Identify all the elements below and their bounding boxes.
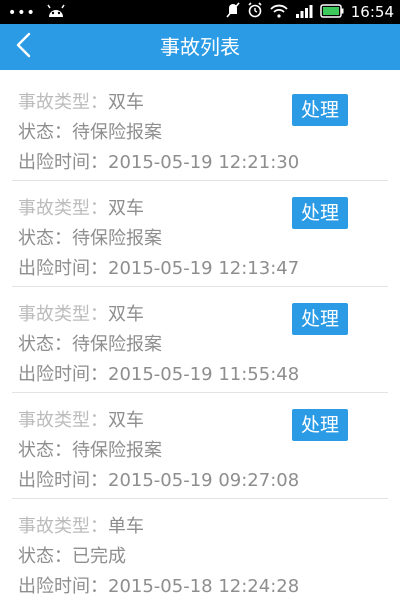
list-item[interactable]: 事故类型：双车 状态：待保险报案 出险时间：2015-05-19 09:27:0… bbox=[12, 393, 388, 499]
accident-time: 出险时间：2015-05-19 12:21:30 bbox=[18, 152, 300, 173]
accident-status: 状态：待保险报案 bbox=[18, 334, 162, 355]
signal-icon bbox=[295, 3, 313, 22]
mute-icon bbox=[226, 2, 240, 22]
accident-status: 状态：待保险报案 bbox=[18, 228, 162, 249]
back-button[interactable] bbox=[6, 29, 40, 65]
accident-type: 事故类型：双车 bbox=[18, 92, 144, 113]
accident-status: 状态：待保险报案 bbox=[18, 440, 162, 461]
android-icon bbox=[46, 3, 66, 22]
accident-list[interactable]: 事故类型：双车 状态：待保险报案 出险时间：2015-05-19 12:21:3… bbox=[0, 70, 400, 600]
title-bar: 事故列表 bbox=[0, 24, 400, 70]
list-item[interactable]: 事故类型：单车 状态：已完成 出险时间：2015-05-18 12:24:28 bbox=[12, 499, 388, 600]
accident-status: 状态：待保险报案 bbox=[18, 122, 162, 143]
wifi-icon bbox=[270, 3, 288, 22]
dots-icon: ••• bbox=[8, 4, 36, 21]
battery-icon bbox=[320, 3, 344, 22]
accident-time: 出险时间：2015-05-18 12:24:28 bbox=[18, 576, 300, 597]
handle-button[interactable]: 处理 bbox=[292, 94, 348, 126]
status-bar: ••• 16:54 bbox=[0, 0, 400, 24]
accident-time: 出险时间：2015-05-19 09:27:08 bbox=[18, 470, 300, 491]
page-title: 事故列表 bbox=[160, 35, 240, 59]
list-item[interactable]: 事故类型：双车 状态：待保险报案 出险时间：2015-05-19 11:55:4… bbox=[12, 287, 388, 393]
alarm-icon bbox=[247, 2, 263, 22]
list-item[interactable]: 事故类型：双车 状态：待保险报案 出险时间：2015-05-19 12:13:4… bbox=[12, 181, 388, 287]
list-item[interactable]: 事故类型：双车 状态：待保险报案 出险时间：2015-05-19 12:21:3… bbox=[12, 70, 388, 181]
accident-type: 事故类型：双车 bbox=[18, 198, 144, 219]
accident-type: 事故类型：单车 bbox=[18, 516, 144, 537]
status-left: ••• bbox=[8, 3, 66, 22]
handle-button[interactable]: 处理 bbox=[292, 303, 348, 335]
accident-status: 状态：已完成 bbox=[18, 546, 126, 567]
accident-time: 出险时间：2015-05-19 11:55:48 bbox=[18, 364, 300, 385]
handle-button[interactable]: 处理 bbox=[292, 197, 348, 229]
status-right: 16:54 bbox=[226, 2, 394, 22]
accident-time: 出险时间：2015-05-19 12:13:47 bbox=[18, 258, 300, 279]
chevron-left-icon bbox=[15, 32, 31, 62]
handle-button[interactable]: 处理 bbox=[292, 409, 348, 441]
status-time: 16:54 bbox=[350, 3, 394, 21]
accident-type: 事故类型：双车 bbox=[18, 410, 144, 431]
accident-type: 事故类型：双车 bbox=[18, 304, 144, 325]
